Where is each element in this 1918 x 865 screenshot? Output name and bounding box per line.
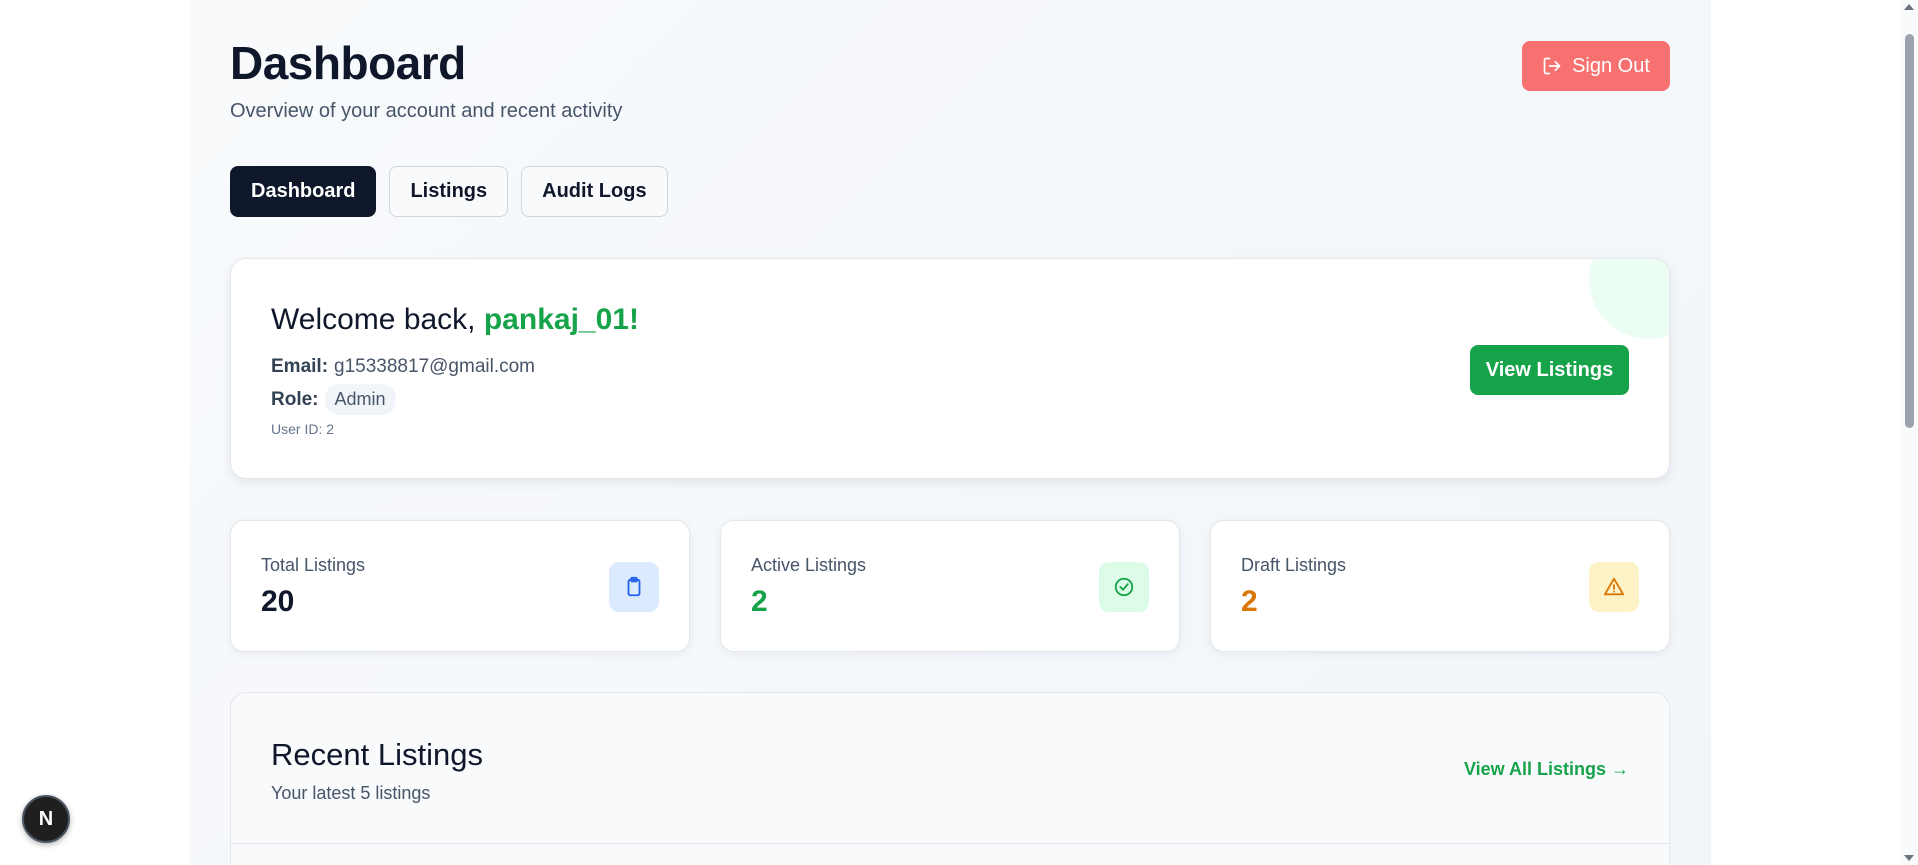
email-value: g15338817@gmail.com [334,356,535,377]
page-header: Dashboard Overview of your account and r… [230,0,1670,140]
tab-audit-logs[interactable]: Audit Logs [521,166,668,217]
sign-out-button[interactable]: Sign Out [1522,41,1670,91]
logout-icon [1543,57,1561,75]
stat-value: 2 [751,585,768,618]
welcome-heading: Welcome back, pankaj_01! [271,303,639,337]
email-row: Email: g15338817@gmail.com [271,356,535,378]
tab-listings[interactable]: Listings [389,166,509,217]
warning-icon [1589,562,1639,612]
scroll-down-icon[interactable] [1904,855,1914,861]
stat-card-draft: Draft Listings 2 [1210,520,1670,652]
scroll-thumb[interactable] [1905,34,1914,428]
stat-value: 2 [1241,585,1258,618]
email-label: Email: [271,356,329,377]
recent-listings-card: Recent Listings Your latest 5 listings V… [230,692,1670,865]
stat-label: Total Listings [261,555,366,575]
welcome-card: Welcome back, pankaj_01! Email: g1533881… [230,258,1670,479]
clipboard-icon [609,562,659,612]
stat-card-total: Total Listings 20 [230,520,690,652]
divider [231,843,1669,844]
vertical-scrollbar[interactable] [1900,0,1918,865]
page-subtitle: Overview of your account and recent acti… [230,100,623,122]
stats-row: Total Listings 20 Active Listings 2 Draf… [230,520,1670,652]
stat-value: 20 [261,585,295,618]
view-all-listings-link[interactable]: View All Listings → [1464,759,1629,780]
main-content: Dashboard Overview of your account and r… [230,0,1670,865]
check-circle-icon [1099,562,1149,612]
role-row: Role: Admin [271,384,396,415]
decorative-circle [1589,259,1669,339]
recent-listings-subtitle: Your latest 5 listings [271,783,431,803]
stat-card-active: Active Listings 2 [720,520,1180,652]
welcome-greeting: Welcome back, [271,303,484,336]
tab-dashboard[interactable]: Dashboard [230,166,377,217]
scroll-up-icon[interactable] [1904,4,1914,10]
dashboard-page: Dashboard Overview of your account and r… [190,0,1711,865]
view-listings-button[interactable]: View Listings [1470,345,1629,395]
page-title: Dashboard [230,37,466,89]
welcome-username: pankaj_01! [483,303,639,336]
role-label: Role: [271,388,319,410]
user-id: User ID: 2 [271,421,335,437]
stat-label: Active Listings [751,555,867,575]
nav-tabs: Dashboard Listings Audit Logs [230,166,668,217]
stat-label: Draft Listings [1241,555,1347,575]
nextjs-dev-badge[interactable]: N [22,795,70,843]
recent-listings-title: Recent Listings [271,737,483,772]
sign-out-label: Sign Out [1572,54,1650,77]
role-badge: Admin [324,384,396,415]
